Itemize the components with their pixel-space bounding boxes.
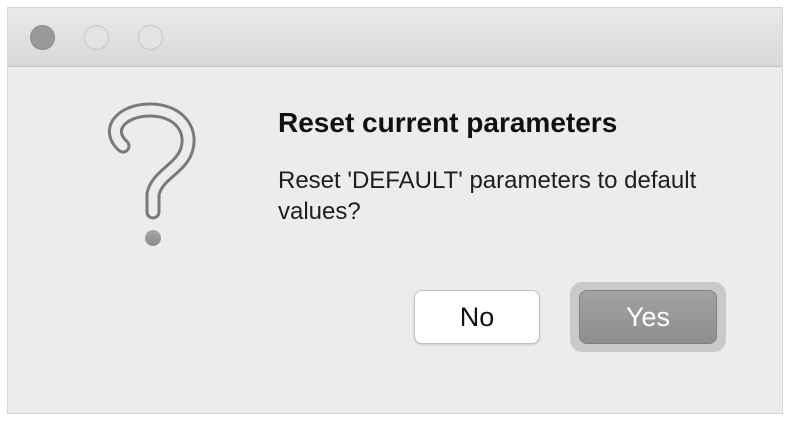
no-button[interactable]: No (414, 290, 540, 344)
dialog-message: Reset 'DEFAULT' parameters to default va… (278, 167, 697, 225)
yes-button[interactable]: Yes (579, 290, 717, 344)
title-bar (8, 8, 782, 67)
zoom-window-button[interactable] (138, 25, 163, 50)
close-window-button[interactable] (30, 25, 55, 50)
question-mark-icon (108, 102, 196, 246)
dialog-title: Reset current parameters (278, 107, 618, 138)
minimize-window-button[interactable] (84, 25, 109, 50)
